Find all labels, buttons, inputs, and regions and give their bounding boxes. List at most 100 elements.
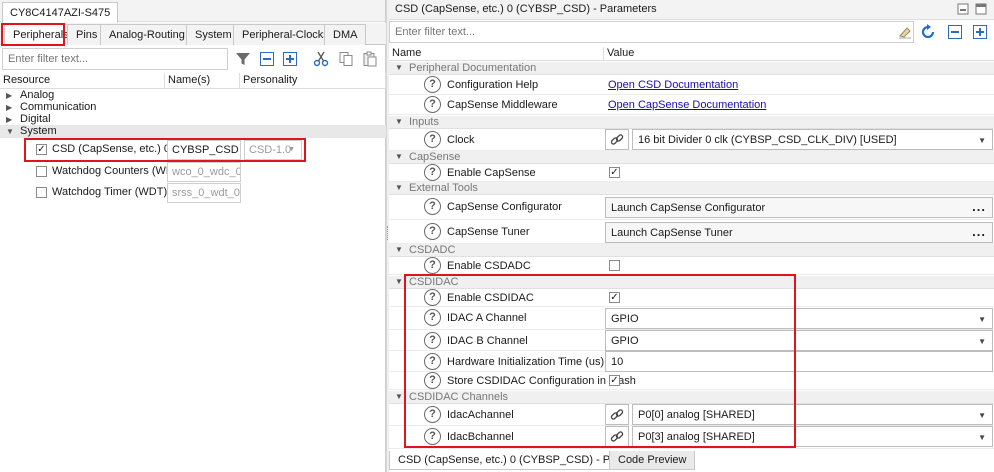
select-value: GPIO [611,335,639,347]
tree-item-label: System [20,125,57,137]
section-peripheral-documentation[interactable]: ▼ Peripheral Documentation [389,62,994,75]
minimize-icon[interactable] [955,1,971,17]
section-external-tools[interactable]: ▼ External Tools [389,182,994,195]
csd-name-field[interactable]: CYBSP_CSD [167,140,241,160]
help-icon[interactable]: ? [424,372,441,389]
idac-b-pin-select[interactable]: P0[3] analog [SHARED] ▼ [632,426,993,447]
collapse-arrow-icon[interactable]: ▼ [395,62,403,74]
tab-peripheral-clocks[interactable]: Peripheral-Clocks [233,24,338,45]
col-name[interactable]: Name [389,47,604,61]
refresh-icon[interactable] [918,22,938,42]
wdt-enable-checkbox[interactable] [36,187,47,198]
wdt-name-field[interactable]: srss_0_wdt_0 [167,183,241,203]
section-inputs[interactable]: ▼ Inputs [389,116,994,129]
select-value: P0[3] analog [SHARED] [638,431,755,443]
section-label: CSDADC [409,244,456,256]
wdc-enable-checkbox[interactable] [36,166,47,177]
wdc-name-field[interactable]: wco_0_wdc_0 [167,162,241,182]
personality-value: CSD-1.0 [249,144,292,156]
launch-capsense-configurator-button[interactable]: Launch CapSense Configurator ... [605,197,993,218]
section-capsense[interactable]: ▼ CapSense [389,151,994,164]
select-value: P0[0] analog [SHARED] [638,409,755,421]
help-icon[interactable]: ? [424,131,441,148]
param-name: CapSense Middleware [447,99,558,111]
store-config-checkbox[interactable]: ✓ [609,375,620,386]
help-icon[interactable]: ? [424,96,441,113]
col-names[interactable]: Name(s) [165,73,240,89]
chevron-down-icon: ▼ [978,315,986,324]
collapse-all-icon[interactable] [945,22,965,42]
param-row-idac-a-channel: ? IDAC A Channel GPIO ▼ [389,307,994,330]
link-icon[interactable] [605,404,629,425]
help-icon[interactable]: ? [424,257,441,274]
collapse-arrow-icon[interactable]: ▼ [395,244,403,256]
section-label: Peripheral Documentation [409,62,537,74]
help-icon[interactable]: ? [424,289,441,306]
link-icon[interactable] [605,426,629,447]
idac-a-pin-select[interactable]: P0[0] analog [SHARED] ▼ [632,404,993,425]
collapse-arrow-icon[interactable]: ▼ [395,391,403,403]
section-label: External Tools [409,182,478,194]
open-capsense-documentation-link[interactable]: Open CapSense Documentation [608,99,766,111]
open-csd-documentation-link[interactable]: Open CSD Documentation [608,79,738,91]
help-icon[interactable]: ? [424,406,441,423]
help-icon[interactable]: ? [424,164,441,181]
help-icon[interactable]: ? [424,198,441,215]
more-icon[interactable]: ... [972,224,986,239]
col-resource[interactable]: Resource [0,73,165,89]
filter-icon[interactable] [233,49,253,69]
param-name: IdacAchannel [447,409,514,421]
param-row-store-config: ? Store CSDIDAC Configuration in Flash ✓ [389,372,994,390]
copy-icon[interactable] [336,49,356,69]
col-personality[interactable]: Personality [240,73,386,89]
parameter-filter-input[interactable] [389,21,914,43]
device-tab[interactable]: CY8C4147AZI-S475 [2,2,119,23]
link-icon[interactable] [605,129,629,150]
resource-table-header: Resource Name(s) Personality [0,73,386,89]
help-icon[interactable]: ? [424,332,441,349]
resource-label: Watchdog Counters (WDC) [52,165,186,177]
clock-select[interactable]: 16 bit Divider 0 clk (CYBSP_CSD_CLK_DIV)… [632,129,993,150]
collapse-arrow-icon[interactable]: ▼ [395,182,403,194]
launch-capsense-tuner-button[interactable]: Launch CapSense Tuner ... [605,222,993,243]
section-csdidac[interactable]: ▼ CSDIDAC [389,276,994,289]
resource-panel: CY8C4147AZI-S475 Peripherals Pins Analog… [0,0,386,472]
tab-code-preview[interactable]: Code Preview [609,451,696,470]
collapse-arrow-icon[interactable]: ▼ [395,151,403,163]
collapse-arrow-icon[interactable]: ▼ [395,276,403,288]
section-csdadc[interactable]: ▼ CSDADC [389,244,994,257]
help-icon[interactable]: ? [424,223,441,240]
help-icon[interactable]: ? [424,428,441,445]
collapse-arrow-icon[interactable]: ▼ [6,125,14,138]
enable-csdidac-checkbox[interactable]: ✓ [609,292,620,303]
button-label: Launch CapSense Configurator [611,202,766,214]
idac-a-channel-select[interactable]: GPIO ▼ [605,308,993,329]
clear-filter-icon[interactable] [895,22,915,42]
tab-dma[interactable]: DMA [324,24,367,45]
csd-enable-checkbox[interactable]: ✓ [36,144,47,155]
section-csdidac-channels[interactable]: ▼ CSDIDAC Channels [389,391,994,404]
resource-row-wdc: Watchdog Counters (WDC) wco_0_wdc_0 [0,161,386,183]
col-value[interactable]: Value [604,47,994,61]
enable-capsense-checkbox[interactable]: ✓ [609,167,620,178]
resource-filter-input[interactable] [2,48,228,70]
hw-init-time-input[interactable]: 10 [605,351,993,372]
csd-personality-select[interactable]: CSD-1.0 ▼ [244,140,302,160]
enable-csdadc-checkbox[interactable] [609,260,620,271]
cut-icon[interactable] [311,49,331,69]
help-icon[interactable]: ? [424,309,441,326]
collapse-all-icon[interactable] [257,49,277,69]
help-icon[interactable]: ? [424,76,441,93]
tree-item-system[interactable]: ▼ System [0,125,386,138]
section-label: CSDIDAC Channels [409,391,509,403]
tab-analog-routing[interactable]: Analog-Routing [100,24,194,45]
param-row-configuration-help: ? Configuration Help Open CSD Documentat… [389,75,994,95]
help-icon[interactable]: ? [424,353,441,370]
expand-all-icon[interactable] [970,22,990,42]
paste-icon[interactable] [360,49,380,69]
maximize-icon[interactable] [973,1,989,17]
more-icon[interactable]: ... [972,199,986,214]
collapse-arrow-icon[interactable]: ▼ [395,116,403,128]
expand-all-icon[interactable] [280,49,300,69]
idac-b-channel-select[interactable]: GPIO ▼ [605,330,993,351]
